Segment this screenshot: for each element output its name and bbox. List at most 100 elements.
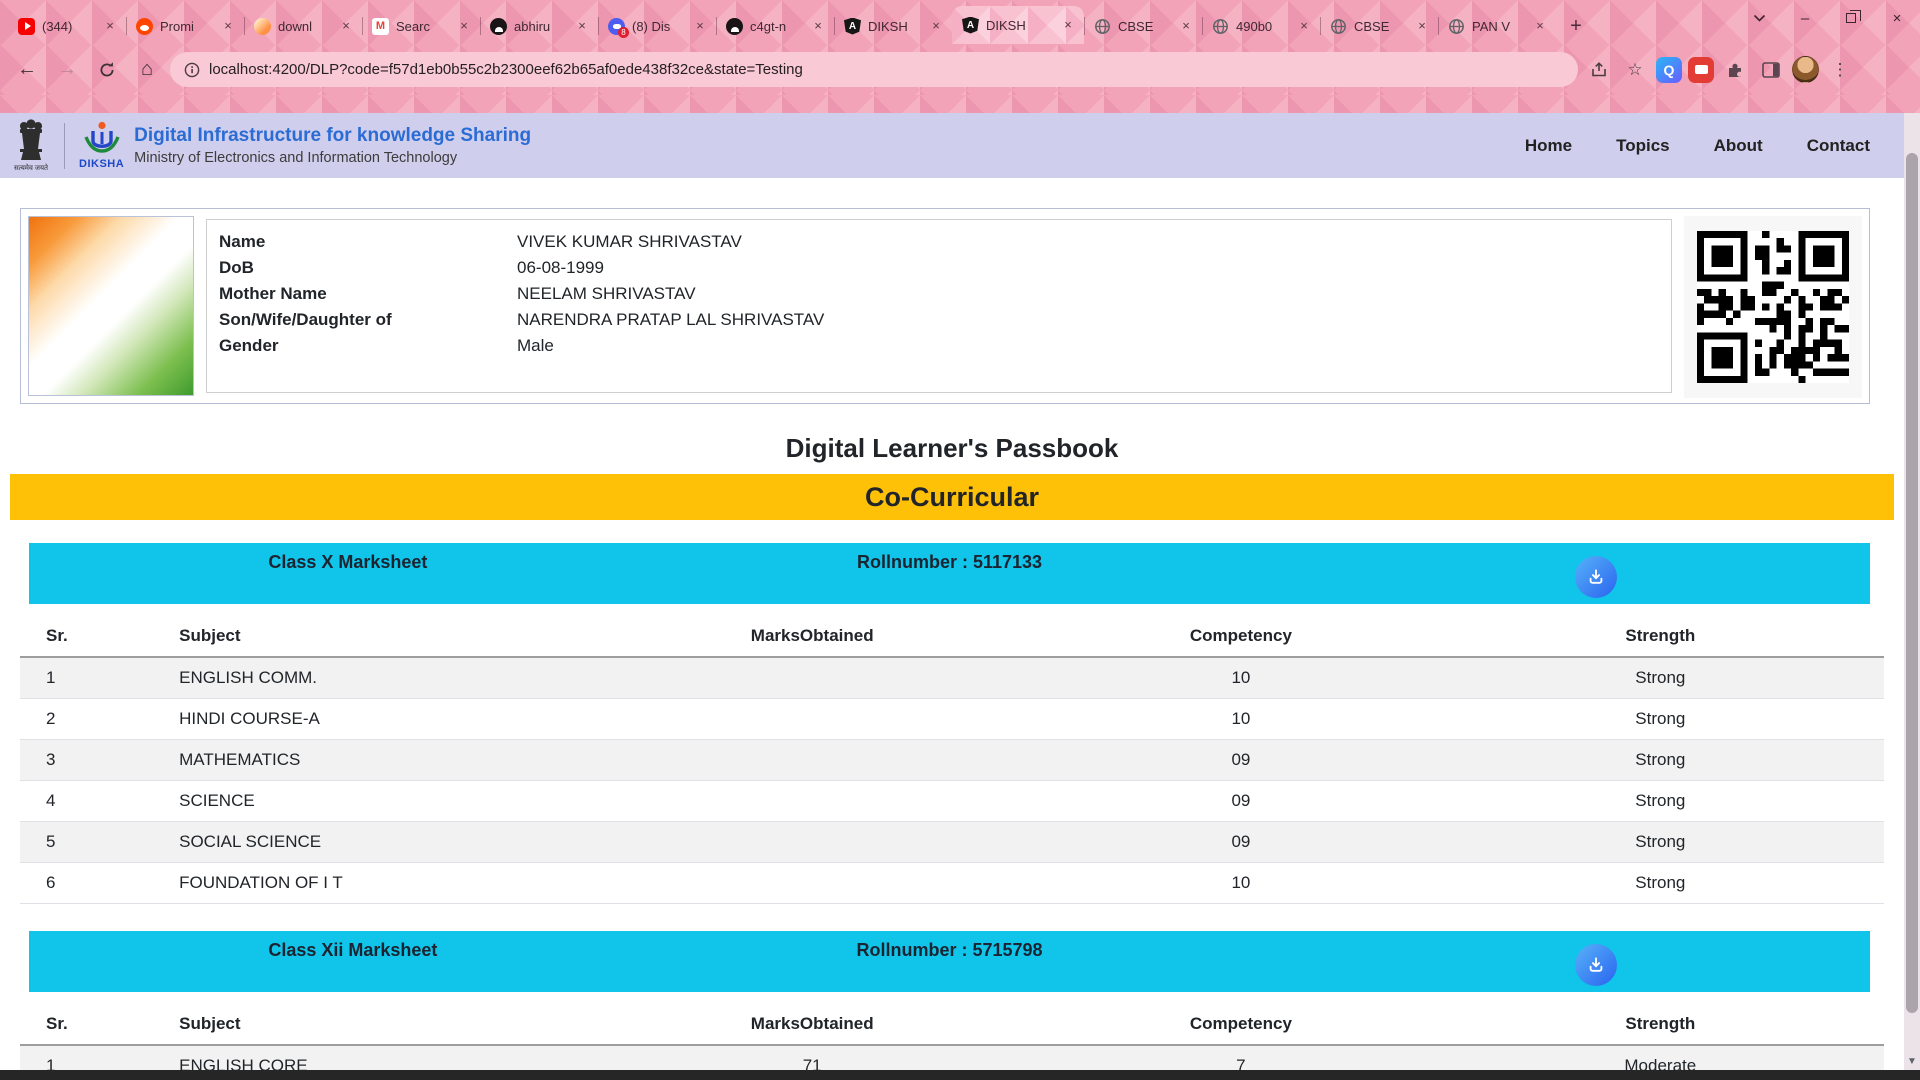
tab-title: PAN V <box>1472 19 1525 34</box>
tab-title: abhiru <box>514 19 567 34</box>
side-panel-icon[interactable] <box>1756 55 1786 85</box>
new-tab-button[interactable]: + <box>1562 12 1590 40</box>
video-extension-icon[interactable] <box>1688 57 1714 83</box>
tab-close-icon[interactable]: × <box>692 18 708 34</box>
tab-490b0[interactable]: 490b0 × <box>1202 8 1320 44</box>
tab-close-icon[interactable]: × <box>1414 18 1430 34</box>
subject-cell: SOCIAL SCIENCE <box>169 822 579 863</box>
theme-strip <box>0 95 1920 113</box>
tab-close-icon[interactable]: × <box>1060 17 1076 33</box>
scrollbar-thumb[interactable] <box>1906 153 1918 1013</box>
profile-photo <box>28 216 194 396</box>
tab-diksha-active[interactable]: DIKSH × <box>952 6 1084 44</box>
scrollbar-down-arrow-icon[interactable]: ▼ <box>1904 1054 1920 1070</box>
tab-close-icon[interactable]: × <box>338 18 354 34</box>
sr-cell: 6 <box>20 863 169 904</box>
share-icon[interactable] <box>1584 55 1614 85</box>
tab-close-icon[interactable]: × <box>928 18 944 34</box>
profile-avatar[interactable] <box>1792 56 1819 83</box>
tab-search-chevron-icon[interactable] <box>1736 1 1782 35</box>
minimize-button[interactable]: – <box>1782 1 1828 35</box>
table-row: 1 ENGLISH COMM. 10 Strong <box>20 657 1884 699</box>
diksha-logo-icon <box>82 121 122 157</box>
close-window-button[interactable]: × <box>1874 1 1920 35</box>
url-text[interactable]: localhost:4200/DLP?code=f57d1eb0b55c2b23… <box>209 61 803 78</box>
tab-close-icon[interactable]: × <box>1532 18 1548 34</box>
table-row: 6 FOUNDATION OF I T 10 Strong <box>20 863 1884 904</box>
tab-discord[interactable]: 8 (8) Dis × <box>598 8 716 44</box>
detail-label: Son/Wife/Daughter of <box>219 310 517 330</box>
sr-cell: 1 <box>20 657 169 699</box>
subject-cell: SCIENCE <box>169 781 579 822</box>
notification-badge: 8 <box>618 27 629 38</box>
sr-cell: 4 <box>20 781 169 822</box>
tab-github-abhiru[interactable]: abhiru × <box>480 8 598 44</box>
reload-button[interactable] <box>90 53 124 87</box>
national-emblem-icon: सत्यमेव जयते <box>10 117 52 175</box>
nav-contact-link[interactable]: Contact <box>1807 136 1870 156</box>
browser-window: (344) × Promi × downl × Searc × abhiru <box>0 0 1920 1080</box>
column-header: Competency <box>1045 1004 1436 1045</box>
tab-title: (8) Dis <box>632 19 685 34</box>
globe-favicon-icon <box>1330 18 1347 35</box>
detail-row: Son/Wife/Daughter of NARENDRA PRATAP LAL… <box>219 310 1671 330</box>
tab-cbse-1[interactable]: CBSE × <box>1084 8 1202 44</box>
vertical-scrollbar[interactable]: ▼ <box>1904 113 1920 1070</box>
page-info-icon[interactable] <box>184 62 200 78</box>
download-icon <box>1586 955 1606 975</box>
gmail-favicon-icon <box>372 18 389 35</box>
angular-favicon-icon <box>962 17 979 34</box>
strength-cell: Strong <box>1437 699 1884 740</box>
tab-close-icon[interactable]: × <box>810 18 826 34</box>
download-button[interactable] <box>1575 556 1617 598</box>
forward-button[interactable]: → <box>50 53 84 87</box>
table-row: 2 HINDI COURSE-A 10 Strong <box>20 699 1884 740</box>
download-button[interactable] <box>1575 944 1617 986</box>
tab-close-icon[interactable]: × <box>1296 18 1312 34</box>
class-x-banner: Class X Marksheet Rollnumber : 5117133 <box>29 543 1870 604</box>
browser-menu-icon[interactable]: ⋮ <box>1825 55 1855 85</box>
q-extension-icon[interactable]: Q <box>1656 57 1682 83</box>
marks-cell <box>579 657 1045 699</box>
detail-value: 06-08-1999 <box>517 258 604 278</box>
brand-subtitle: Ministry of Electronics and Information … <box>134 150 531 166</box>
nav-home-link[interactable]: Home <box>1525 136 1572 156</box>
youtube-favicon-icon <box>18 18 35 35</box>
download-icon <box>1586 567 1606 587</box>
marks-cell <box>579 740 1045 781</box>
tab-cbse-2[interactable]: CBSE × <box>1320 8 1438 44</box>
tab-download-site[interactable]: downl × <box>244 8 362 44</box>
nav-about-link[interactable]: About <box>1714 136 1763 156</box>
horizontal-scrollbar[interactable] <box>0 1070 1920 1080</box>
tab-youtube[interactable]: (344) × <box>8 8 126 44</box>
tab-close-icon[interactable]: × <box>220 18 236 34</box>
restore-button[interactable] <box>1828 1 1874 35</box>
extensions-puzzle-icon[interactable] <box>1720 55 1750 85</box>
detail-row: Name VIVEK KUMAR SHRIVASTAV <box>219 232 1671 252</box>
column-header: MarksObtained <box>579 1004 1045 1045</box>
table-header-row: Sr. Subject MarksObtained Competency Str… <box>20 1004 1884 1045</box>
tab-diksha-1[interactable]: DIKSH × <box>834 8 952 44</box>
section-banner: Co-Curricular <box>10 474 1894 520</box>
nav-topics-link[interactable]: Topics <box>1616 136 1670 156</box>
competency-cell: 09 <box>1045 781 1436 822</box>
tab-gmail-search[interactable]: Searc × <box>362 8 480 44</box>
tab-reddit[interactable]: Promi × <box>126 8 244 44</box>
tab-close-icon[interactable]: × <box>1178 18 1194 34</box>
tab-close-icon[interactable]: × <box>574 18 590 34</box>
tab-close-icon[interactable]: × <box>102 18 118 34</box>
home-button[interactable]: ⌂ <box>130 53 164 87</box>
tab-title: Searc <box>396 19 449 34</box>
address-bar[interactable]: localhost:4200/DLP?code=f57d1eb0b55c2b23… <box>170 52 1578 87</box>
tab-close-icon[interactable]: × <box>456 18 472 34</box>
angular-favicon-icon <box>844 18 861 35</box>
column-header: Competency <box>1045 616 1436 657</box>
tab-pan[interactable]: PAN V × <box>1438 8 1556 44</box>
class-xii-banner: Class Xii Marksheet Rollnumber : 5715798 <box>29 931 1870 992</box>
tab-title: 490b0 <box>1236 19 1289 34</box>
detail-label: Mother Name <box>219 284 517 304</box>
diksha-logo: DIKSHA <box>79 121 124 170</box>
tab-github-c4gt[interactable]: c4gt-n × <box>716 8 834 44</box>
back-button[interactable]: ← <box>10 53 44 87</box>
bookmark-star-icon[interactable]: ☆ <box>1620 55 1650 85</box>
